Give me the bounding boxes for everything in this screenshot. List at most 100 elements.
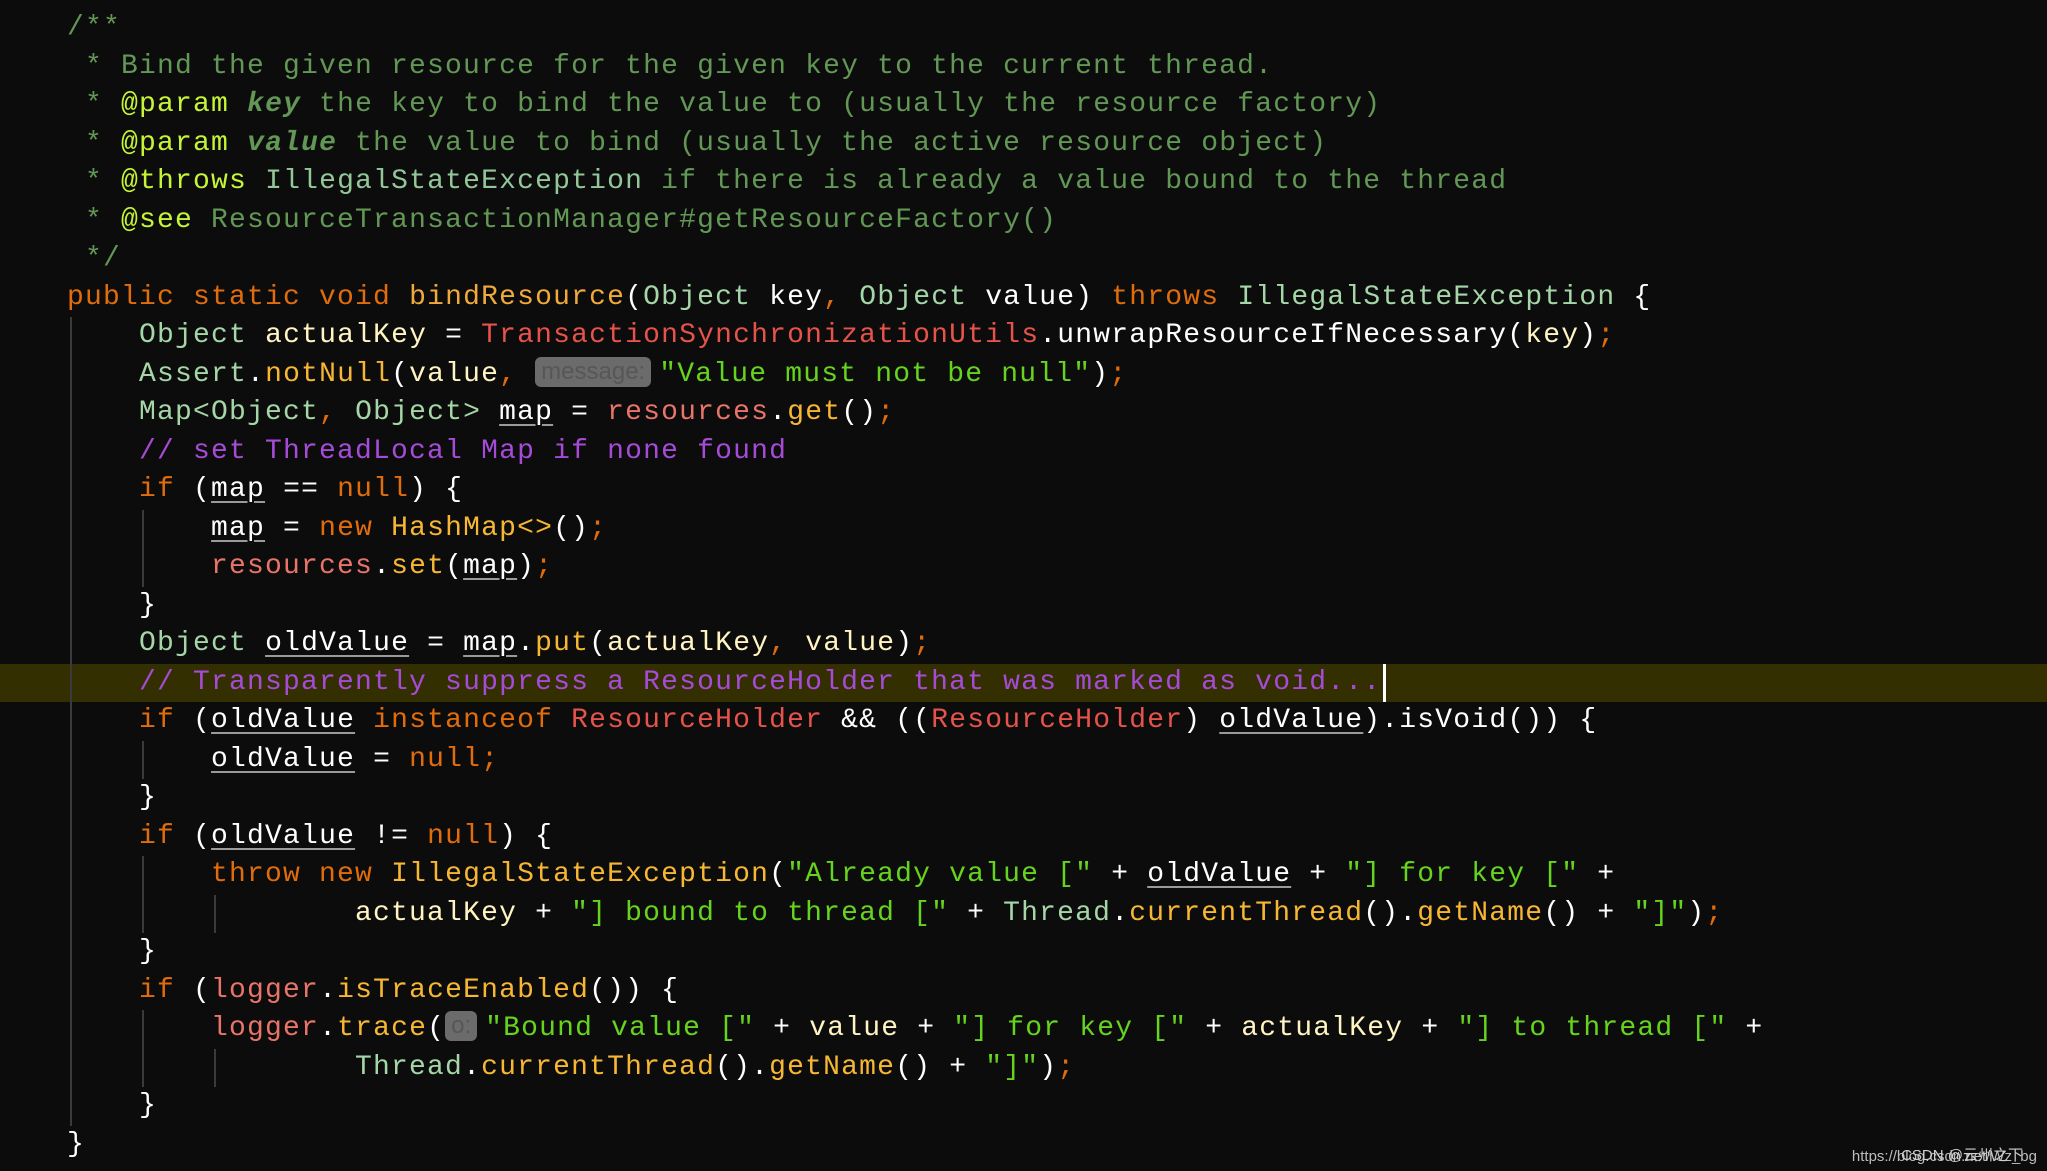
code-token-plain: (): [841, 397, 878, 428]
code-token-plain: }: [67, 589, 158, 621]
code-token-field: resources: [607, 397, 770, 428]
code-token-local: value: [409, 358, 500, 390]
code-token-plain: ()) {: [589, 974, 680, 1006]
code-token-plain: ): [1687, 897, 1706, 929]
code-line[interactable]: }: [67, 1126, 85, 1165]
code-token-plain: +: [899, 1013, 954, 1044]
code-line[interactable]: }: [67, 587, 157, 626]
code-token-local: actualKey: [265, 320, 428, 351]
code-token-plain: .: [319, 1013, 338, 1044]
code-token-string: "Bound value [": [485, 1013, 756, 1044]
code-token-plain: ): [895, 628, 914, 659]
code-token-plain: =: [355, 743, 410, 775]
code-line[interactable]: logger.trace(o: "Bound value [" + value +…: [67, 1010, 1763, 1049]
code-token-plain: +: [1291, 859, 1346, 890]
code-token-method: HashMap<>: [391, 512, 554, 544]
code-line[interactable]: resources.set(map);: [67, 548, 553, 587]
code-line[interactable]: Object actualKey = TransactionSynchroniz…: [67, 317, 1615, 356]
code-token-doctag: @see: [121, 204, 194, 236]
code-token-local: actualKey: [355, 897, 518, 929]
parameter-hint: o:: [445, 1011, 478, 1041]
code-token-static-class: ResourceHolder: [571, 705, 824, 736]
code-line[interactable]: }: [67, 1087, 157, 1126]
code-line[interactable]: if (oldValue != null) {: [67, 818, 553, 857]
code-token-plain: (: [625, 281, 644, 313]
code-token-underline: oldValue: [211, 820, 356, 852]
code-token-type: Assert: [139, 358, 248, 390]
code-token-method: getName: [769, 1051, 896, 1083]
code-token-doctag: @throws: [121, 166, 248, 197]
code-line[interactable]: * @param value the value to bind (usuall…: [67, 125, 1327, 164]
code-line[interactable]: oldValue = null;: [67, 741, 499, 780]
code-token-underline: map: [211, 512, 266, 544]
code-token-plain: (): [553, 512, 590, 544]
code-token-comment: * Bind the given resource for the given …: [67, 50, 1274, 82]
code-token-underline: oldValue: [265, 628, 410, 659]
code-line[interactable]: if (map == null) {: [67, 471, 463, 510]
code-token-plain: +: [755, 1013, 810, 1044]
code-token-underline: oldValue: [211, 743, 356, 775]
code-token-plain: }: [67, 1090, 158, 1121]
code-line[interactable]: * @see ResourceTransactionManager#getRes…: [67, 202, 1057, 241]
code-token-method-decl: bindResource: [409, 281, 626, 313]
code-token-comment: /**: [67, 12, 122, 43]
code-token-plain: ): [1039, 1051, 1058, 1083]
code-token-keyword: if: [139, 974, 176, 1006]
code-token-param: value: [985, 281, 1076, 313]
code-token-field: logger: [211, 974, 320, 1006]
code-line[interactable]: * @param key the key to bind the value t…: [67, 86, 1381, 125]
code-token-string: "]": [1633, 897, 1688, 929]
code-line[interactable]: Object oldValue = map.put(actualKey, val…: [67, 625, 931, 664]
code-token-plain: (: [445, 551, 464, 582]
code-line[interactable]: Thread.currentThread().getName() + "]");: [67, 1049, 1075, 1088]
code-token-keyword: null: [337, 474, 410, 505]
code-line[interactable]: }: [67, 779, 157, 818]
code-token-punct: ;: [877, 397, 896, 428]
code-line[interactable]: public static void bindResource(Object k…: [67, 279, 1651, 318]
code-token-method: currentThread: [481, 1051, 716, 1083]
code-line[interactable]: // set ThreadLocal Map if none found: [67, 433, 787, 472]
code-token-docparam: value: [247, 127, 338, 159]
code-line[interactable]: actualKey + "] bound to thread [" + Thre…: [67, 895, 1723, 934]
code-token-doctag: @param: [121, 127, 230, 159]
code-token-plain: .: [319, 974, 338, 1006]
code-line[interactable]: // Transparently suppress a ResourceHold…: [67, 664, 1381, 703]
code-line[interactable]: if (oldValue instanceof ResourceHolder &…: [67, 702, 1597, 741]
text-cursor: [1383, 663, 1386, 702]
code-token-plain: ): [1579, 320, 1598, 351]
code-token-plain: (: [769, 859, 788, 890]
code-token-punct: ,: [769, 628, 788, 659]
code-line[interactable]: * Bind the given resource for the given …: [67, 48, 1273, 87]
code-line[interactable]: */: [67, 240, 121, 279]
code-token-local: value: [809, 1013, 900, 1044]
code-token-plain: (: [175, 474, 212, 505]
code-token-plain: && ((: [823, 705, 932, 736]
code-line[interactable]: throw new IllegalStateException("Already…: [67, 856, 1615, 895]
code-token-punct: ;: [1057, 1051, 1076, 1083]
code-line[interactable]: Assert.notNull(value, message: "Value mus…: [67, 356, 1127, 395]
code-token-string: "Value must not be null": [659, 358, 1092, 390]
code-token-method: IllegalStateException: [391, 859, 770, 890]
code-token-keyword: if: [139, 820, 176, 852]
code-token-plain: () +: [895, 1051, 986, 1083]
code-line[interactable]: map = new HashMap<>();: [67, 510, 607, 549]
code-token-string: "] to thread [": [1457, 1013, 1728, 1044]
code-line[interactable]: Map<Object, Object> map = resources.get(…: [67, 394, 895, 433]
code-editor[interactable]: /** * Bind the given resource for the gi…: [0, 0, 2047, 1171]
code-line[interactable]: /**: [67, 9, 121, 48]
code-token-punct: ;: [481, 743, 500, 775]
code-line[interactable]: if (logger.isTraceEnabled()) {: [67, 972, 679, 1011]
code-line[interactable]: }: [67, 933, 157, 972]
code-token-plain: .: [517, 628, 536, 659]
code-token-plain: .unwrapResourceIfNecessary(: [1039, 320, 1526, 351]
code-line[interactable]: * @throws IllegalStateException if there…: [67, 163, 1507, 202]
code-token-keyword: new: [319, 512, 392, 544]
